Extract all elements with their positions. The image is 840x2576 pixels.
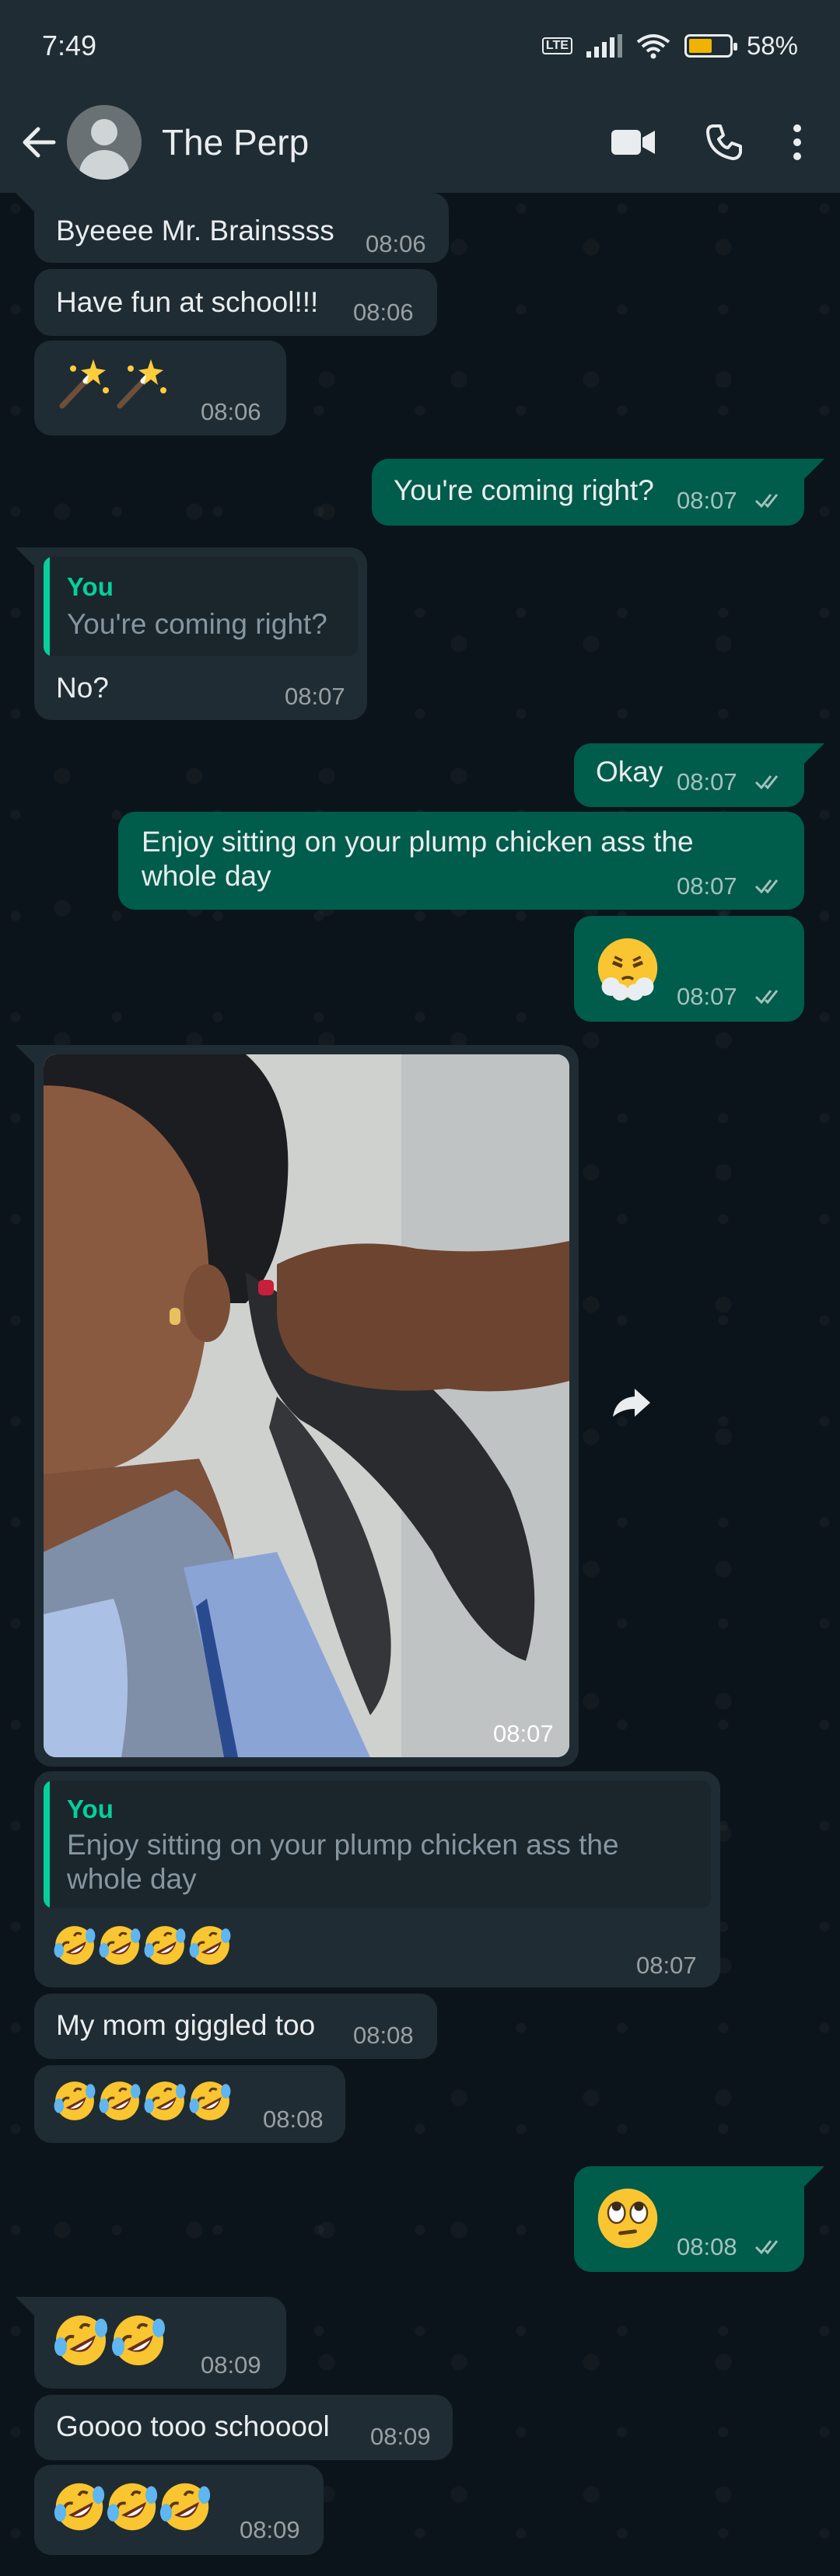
signal-icon xyxy=(586,34,622,58)
rofl-emoji xyxy=(188,1924,232,1966)
face-with-steam-emoji xyxy=(597,938,658,1001)
message-time: 08:07 xyxy=(677,768,737,795)
read-receipt-icon xyxy=(754,774,779,789)
message-time: 08:06 xyxy=(201,398,261,425)
avatar[interactable] xyxy=(67,105,142,180)
rofl-emoji xyxy=(106,2481,159,2532)
message-time: 08:08 xyxy=(263,2106,324,2133)
rofl-emoji xyxy=(143,1924,187,1966)
message-text: Okay xyxy=(596,756,663,788)
quote-text-line2: whole day xyxy=(67,1863,197,1895)
read-receipt-icon xyxy=(754,989,779,1004)
message-time: 08:07 xyxy=(285,683,345,710)
message-text-line2: whole day xyxy=(142,860,271,892)
photo-time: 08:07 xyxy=(493,1720,554,1747)
back-button[interactable] xyxy=(16,119,62,166)
status-icons: LTE 58% xyxy=(541,31,798,61)
rofl-emoji xyxy=(143,2080,187,2122)
message-time: 08:09 xyxy=(370,2423,431,2450)
battery-icon xyxy=(684,34,737,58)
header-actions xyxy=(610,123,824,162)
rofl-emoji xyxy=(188,2080,232,2122)
message-time: 08:07 xyxy=(677,983,737,1010)
message-text: Byeeee Mr. Brainssss xyxy=(56,215,334,246)
chat-header: The Perp xyxy=(0,92,840,193)
message-outgoing[interactable]: 08:07 xyxy=(574,916,804,1022)
rofl-emoji xyxy=(98,2080,142,2122)
message-outgoing[interactable]: Okay 08:07 xyxy=(574,743,804,807)
message-incoming[interactable]: 08:09 xyxy=(34,2297,286,2389)
quote-author: You xyxy=(67,572,114,601)
magic-wand-emoji xyxy=(54,355,110,411)
voice-call-icon[interactable] xyxy=(705,123,744,162)
message-time: 08:06 xyxy=(366,230,426,257)
rofl-emoji xyxy=(53,2080,96,2122)
message-text: You're coming right? xyxy=(394,474,654,506)
message-time: 08:08 xyxy=(677,2233,737,2260)
read-receipt-icon xyxy=(754,493,779,508)
wifi-icon xyxy=(636,34,670,59)
message-text-line1: Enjoy sitting on your plump chicken ass … xyxy=(142,826,694,858)
quoted-message[interactable]: You You're coming right? xyxy=(44,557,358,656)
face-with-rolling-eyes-emoji xyxy=(597,2188,658,2249)
rofl-emoji xyxy=(98,1924,142,1966)
message-time: 08:06 xyxy=(353,299,414,326)
emoji-row xyxy=(53,2480,212,2533)
rofl-emoji xyxy=(110,2314,166,2367)
message-incoming[interactable]: Have fun at school!!! 08:06 xyxy=(34,269,437,336)
message-incoming-reply[interactable]: You You're coming right? No? 08:07 xyxy=(34,547,367,720)
message-outgoing[interactable]: 08:08 xyxy=(574,2166,804,2272)
message-incoming[interactable]: Goooo tooo schooool 08:09 xyxy=(34,2395,453,2460)
rofl-emoji xyxy=(53,1924,96,1966)
message-incoming[interactable]: My mom giggled too 08:08 xyxy=(34,1994,437,2059)
message-text: Have fun at school!!! xyxy=(56,286,319,318)
photo-image[interactable]: 08:07 xyxy=(44,1054,569,1757)
rofl-emoji xyxy=(53,2481,106,2532)
emoji-row xyxy=(53,2079,232,2123)
message-incoming[interactable]: 08:08 xyxy=(34,2065,345,2143)
rofl-emoji xyxy=(53,2314,109,2367)
battery-percent: 58% xyxy=(746,31,798,60)
message-text: My mom giggled too xyxy=(56,2009,316,2041)
message-text: No? xyxy=(56,672,109,704)
message-incoming[interactable]: 08:06 xyxy=(34,341,286,435)
quoted-message[interactable]: You Enjoy sitting on your plump chicken … xyxy=(44,1781,711,1908)
message-outgoing[interactable]: You're coming right? 08:07 xyxy=(372,459,804,526)
message-outgoing[interactable]: Enjoy sitting on your plump chicken ass … xyxy=(118,812,804,910)
message-time: 08:09 xyxy=(240,2516,300,2543)
emoji-row xyxy=(53,1924,232,1967)
message-incoming[interactable]: 08:09 xyxy=(34,2465,324,2555)
forward-icon[interactable] xyxy=(608,1381,655,1428)
rofl-emoji xyxy=(159,2481,212,2532)
status-bar: 7:49 LTE 58% xyxy=(0,0,840,92)
status-time: 7:49 xyxy=(42,30,97,61)
read-receipt-icon xyxy=(754,2239,779,2254)
message-text: Goooo tooo schooool xyxy=(56,2410,330,2442)
volte-icon: LTE xyxy=(541,37,572,54)
quote-text-line1: Enjoy sitting on your plump chicken ass … xyxy=(67,1829,619,1861)
message-time: 08:07 xyxy=(677,487,737,514)
magic-wand-emoji xyxy=(112,355,168,411)
read-receipt-icon xyxy=(754,879,779,893)
more-options-icon[interactable] xyxy=(792,123,803,162)
back-arrow-icon xyxy=(23,127,56,158)
quote-text: You're coming right? xyxy=(67,608,327,640)
quote-author: You xyxy=(67,1795,114,1823)
video-call-icon[interactable] xyxy=(610,127,656,158)
message-time: 08:08 xyxy=(353,2022,414,2049)
message-time: 08:09 xyxy=(201,2351,261,2379)
message-time: 08:07 xyxy=(677,872,737,900)
contact-name[interactable]: The Perp xyxy=(162,121,309,163)
message-incoming-reply[interactable]: You Enjoy sitting on your plump chicken … xyxy=(34,1771,720,1987)
emoji-row xyxy=(53,2312,166,2368)
message-incoming[interactable]: Byeeee Mr. Brainssss 08:06 xyxy=(34,193,449,263)
message-time: 08:07 xyxy=(636,1952,697,1979)
message-incoming-photo[interactable]: 08:07 xyxy=(34,1045,579,1767)
